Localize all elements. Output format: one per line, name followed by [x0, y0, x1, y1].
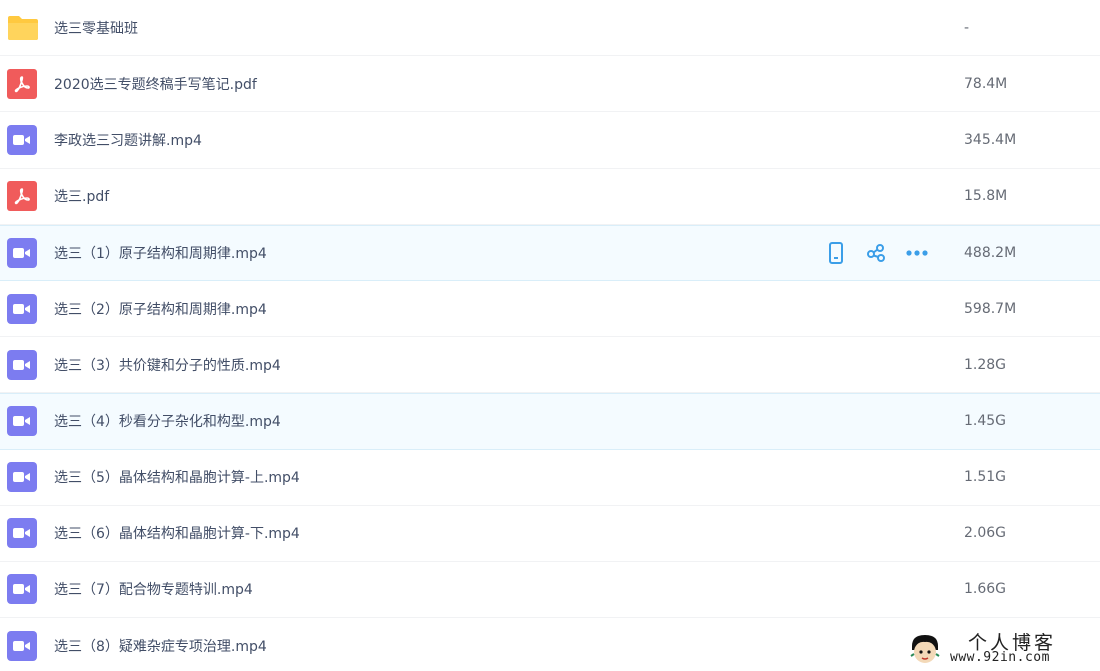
file-row-5[interactable]: 选三（2）原子结构和周期律.mp4 598.7M	[0, 280, 1100, 338]
file-name[interactable]: 选三（1）原子结构和周期律.mp4	[54, 243, 267, 263]
file-size: 345.4M	[964, 131, 1017, 148]
video-icon	[7, 462, 37, 493]
file-size: 1.51G	[964, 469, 1007, 486]
file-name[interactable]: 选三（2）原子结构和周期律.mp4	[54, 299, 267, 319]
file-icon-cell	[0, 630, 46, 661]
file-icon-cell	[0, 574, 46, 605]
file-row-7[interactable]: 选三（4）秒看分子杂化和构型.mp4 1.45G	[0, 393, 1100, 450]
file-icon-cell	[0, 406, 46, 437]
file-name[interactable]: 选三（6）晶体结构和晶胞计算-下.mp4	[54, 523, 300, 543]
file-row-10[interactable]: 选三（7）配合物专题特训.mp4 1.66G	[0, 561, 1100, 619]
folder-icon	[7, 15, 39, 41]
more-icon[interactable]	[906, 249, 928, 257]
file-row-9[interactable]: 选三（6）晶体结构和晶胞计算-下.mp4 2.06G	[0, 505, 1100, 562]
file-row-1[interactable]: 2020选三专题终稿手写笔记.pdf 78.4M	[0, 56, 1100, 113]
file-icon-cell	[0, 181, 46, 212]
file-size: 1.66G	[964, 581, 1007, 598]
cartoon-face-icon	[908, 632, 942, 666]
video-icon	[7, 518, 37, 549]
watermark-url: www.92in.com	[950, 650, 1050, 665]
file-size: 598.7M	[964, 300, 1017, 317]
file-size: 1.45G	[964, 413, 1007, 430]
file-row-6[interactable]: 选三（3）共价键和分子的性质.mp4 1.28G	[0, 337, 1100, 394]
video-icon	[7, 293, 37, 324]
file-name[interactable]: 选三（8）疑难杂症专项治理.mp4	[54, 636, 267, 656]
row-actions	[826, 241, 928, 264]
file-row-2[interactable]: 李政选三习题讲解.mp4 345.4M	[0, 112, 1100, 169]
file-size: 78.4M	[964, 75, 1008, 92]
file-name[interactable]: 选三（7）配合物专题特训.mp4	[54, 579, 253, 599]
video-icon	[7, 349, 37, 380]
file-icon-cell	[0, 462, 46, 493]
file-name[interactable]: 选三（5）晶体结构和晶胞计算-上.mp4	[54, 467, 300, 487]
file-icon-cell	[0, 124, 46, 155]
share-icon[interactable]	[866, 243, 886, 263]
file-icon-cell	[0, 349, 46, 380]
file-icon-cell	[0, 237, 46, 268]
file-name[interactable]: 选三零基础班	[54, 18, 138, 38]
file-name[interactable]: 李政选三习题讲解.mp4	[54, 130, 202, 150]
file-icon-cell	[0, 15, 46, 41]
file-icon-cell	[0, 518, 46, 549]
file-size: -	[964, 19, 970, 36]
file-row-8[interactable]: 选三（5）晶体结构和晶胞计算-上.mp4 1.51G	[0, 449, 1100, 506]
phone-icon[interactable]	[826, 241, 846, 264]
file-name[interactable]: 2020选三专题终稿手写笔记.pdf	[54, 74, 257, 94]
file-row-0[interactable]: 选三零基础班 -	[0, 0, 1100, 57]
file-icon-cell	[0, 293, 46, 324]
file-name[interactable]: 选三（4）秒看分子杂化和构型.mp4	[54, 411, 281, 431]
video-icon	[7, 630, 37, 661]
file-icon-cell	[0, 68, 46, 99]
pdf-icon	[7, 181, 37, 212]
file-list: 选三零基础班 - 2020选三专题终稿手写笔记.pdf 78.4M 李政选三习题…	[0, 0, 1100, 671]
video-icon	[7, 574, 37, 605]
video-icon	[7, 124, 37, 155]
file-size: 2.06G	[964, 525, 1007, 542]
file-size: 488.2M	[964, 244, 1017, 261]
file-name[interactable]: 选三（3）共价键和分子的性质.mp4	[54, 355, 281, 375]
file-size: 1.28G	[964, 356, 1007, 373]
video-icon	[7, 237, 37, 268]
pdf-icon	[7, 68, 37, 99]
watermark: 个人博客 www.92in.com	[906, 628, 1100, 671]
file-name[interactable]: 选三.pdf	[54, 186, 109, 206]
video-icon	[7, 406, 37, 437]
file-size: 15.8M	[964, 188, 1008, 205]
file-row-3[interactable]: 选三.pdf 15.8M	[0, 168, 1100, 225]
file-row-4[interactable]: 选三（1）原子结构和周期律.mp4 488.2M	[0, 224, 1100, 281]
